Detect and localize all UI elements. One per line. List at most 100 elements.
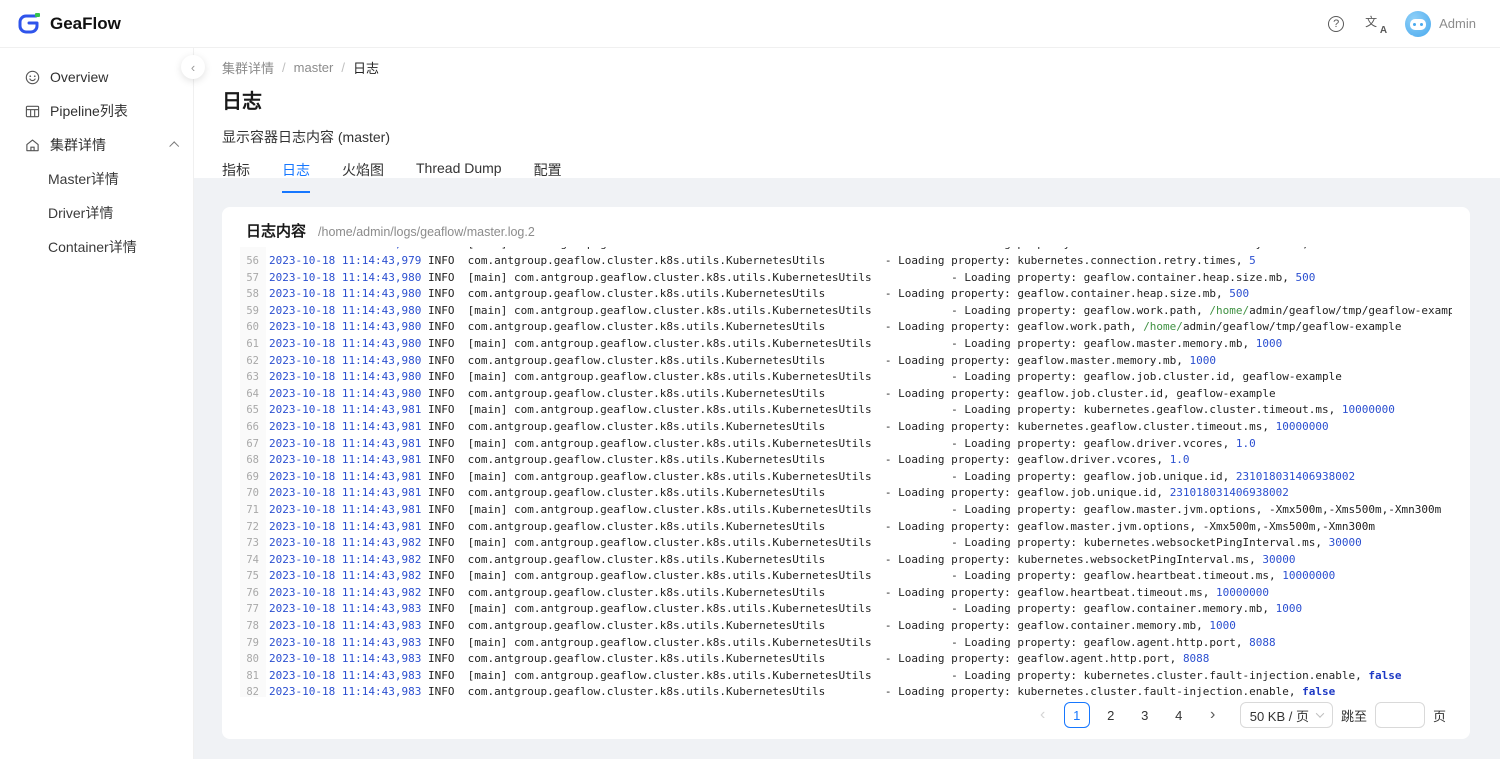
log-line: 672023-10-18 11:14:43,981 INFO [main] co… xyxy=(240,436,1452,453)
log-line-number: 67 xyxy=(240,436,266,453)
log-line-text: 2023-10-18 11:14:43,982 INFO com.antgrou… xyxy=(266,585,1269,602)
chevron-up-icon xyxy=(169,141,179,151)
breadcrumb-item[interactable]: master xyxy=(294,60,334,75)
breadcrumb-item[interactable]: 集群详情 xyxy=(222,58,274,77)
brand-name: GeaFlow xyxy=(50,14,121,34)
log-line-text: 2023-10-18 11:14:43,981 INFO [main] com.… xyxy=(266,469,1355,486)
log-line-text: 2023-10-18 11:14:43,979 INFO com.antgrou… xyxy=(266,253,1256,270)
jump-label: 跳至 xyxy=(1341,706,1367,725)
log-line-number: 56 xyxy=(240,253,266,270)
log-line: 742023-10-18 11:14:43,982 INFO com.antgr… xyxy=(240,552,1452,569)
log-card: 日志内容 /home/admin/logs/geaflow/master.log… xyxy=(222,207,1470,739)
sidebar-collapse-button[interactable]: ‹ xyxy=(181,55,205,79)
sidebar-item-label: Overview xyxy=(50,69,177,85)
log-line: 582023-10-18 11:14:43,980 INFO com.antgr… xyxy=(240,286,1452,303)
log-line-text: 2023-10-18 11:14:43,980 INFO [main] com.… xyxy=(266,303,1452,320)
log-line: 692023-10-18 11:14:43,981 INFO [main] co… xyxy=(240,469,1452,486)
log-line-number: 81 xyxy=(240,668,266,685)
log-line-number: 82 xyxy=(240,684,266,697)
log-line: 562023-10-18 11:14:43,979 INFO com.antgr… xyxy=(240,253,1452,270)
log-viewer: 552023-10-18 11:14:43,979 INFO [main] co… xyxy=(240,247,1452,697)
log-line-number: 71 xyxy=(240,502,266,519)
page-suffix-label: 页 xyxy=(1433,706,1446,725)
log-line-number: 69 xyxy=(240,469,266,486)
user-menu[interactable]: Admin xyxy=(1405,11,1476,37)
log-line-text: 2023-10-18 11:14:43,980 INFO com.antgrou… xyxy=(266,286,1249,303)
sidebar-item-container-detail[interactable]: Container详情 xyxy=(0,230,193,264)
sidebar-item-driver-detail[interactable]: Driver详情 xyxy=(0,196,193,230)
log-line-text: 2023-10-18 11:14:43,981 INFO [main] com.… xyxy=(266,502,1441,519)
log-line-text: 2023-10-18 11:14:43,981 INFO com.antgrou… xyxy=(266,419,1329,436)
sidebar-item-cluster-detail[interactable]: 集群详情 xyxy=(0,128,193,162)
pagination-next-button[interactable]: › xyxy=(1200,702,1226,728)
translate-icon[interactable]: 文A xyxy=(1365,15,1385,33)
log-line-text: 2023-10-18 11:14:43,983 INFO [main] com.… xyxy=(266,668,1401,685)
log-line: 602023-10-18 11:14:43,980 INFO com.antgr… xyxy=(240,319,1452,336)
avatar xyxy=(1405,11,1431,37)
log-line: 762023-10-18 11:14:43,982 INFO com.antgr… xyxy=(240,585,1452,602)
log-line: 752023-10-18 11:14:43,982 INFO [main] co… xyxy=(240,568,1452,585)
log-file-path: /home/admin/logs/geaflow/master.log.2 xyxy=(318,225,535,239)
content-area: 日志内容 /home/admin/logs/geaflow/master.log… xyxy=(194,178,1500,759)
sidebar-nav: Overview Pipeline列表集群详情 Master详情Driver详情Co… xyxy=(0,60,193,264)
home-icon xyxy=(24,137,40,153)
pagination-pages: 1234 xyxy=(1064,702,1192,728)
smile-icon xyxy=(24,69,40,85)
pagination-page-1[interactable]: 1 xyxy=(1064,702,1090,728)
log-line-number: 65 xyxy=(240,402,266,419)
log-line-number: 73 xyxy=(240,535,266,552)
log-line-text: 2023-10-18 11:14:43,980 INFO [main] com.… xyxy=(266,369,1342,386)
log-line-partial: 552023-10-18 11:14:43,979 INFO [main] co… xyxy=(240,247,1452,253)
sidebar-item-pipeline-list[interactable]: Pipeline列表 xyxy=(0,94,193,128)
log-line: 822023-10-18 11:14:43,983 INFO com.antgr… xyxy=(240,684,1452,697)
pagination-page-2[interactable]: 2 xyxy=(1098,702,1124,728)
log-line: 642023-10-18 11:14:43,980 INFO com.antgr… xyxy=(240,386,1452,403)
breadcrumb-separator: / xyxy=(341,60,345,75)
log-line-number: 64 xyxy=(240,386,266,403)
log-line-text: 2023-10-18 11:14:43,980 INFO [main] com.… xyxy=(266,336,1282,353)
log-line: 802023-10-18 11:14:43,983 INFO com.antgr… xyxy=(240,651,1452,668)
log-line-text: 2023-10-18 11:14:43,980 INFO com.antgrou… xyxy=(266,353,1216,370)
sidebar-item-overview[interactable]: Overview xyxy=(0,60,193,94)
log-line-number: 61 xyxy=(240,336,266,353)
log-line-number: 74 xyxy=(240,552,266,569)
log-line-text: 2023-10-18 11:14:43,983 INFO [main] com.… xyxy=(266,601,1302,618)
pagination-page-3[interactable]: 3 xyxy=(1132,702,1158,728)
help-icon[interactable]: ? xyxy=(1327,15,1345,33)
log-line-text: 2023-10-18 11:14:43,979 INFO [main] com.… xyxy=(266,247,1322,253)
log-line: 632023-10-18 11:14:43,980 INFO [main] co… xyxy=(240,369,1452,386)
log-line: 592023-10-18 11:14:43,980 INFO [main] co… xyxy=(240,303,1452,320)
page-title: 日志 xyxy=(222,85,1472,114)
pagination-page-4[interactable]: 4 xyxy=(1166,702,1192,728)
page-size-select[interactable]: 50 KB / 页 xyxy=(1240,702,1333,728)
log-line: 812023-10-18 11:14:43,983 INFO [main] co… xyxy=(240,668,1452,685)
log-line-number: 58 xyxy=(240,286,266,303)
log-line-number: 76 xyxy=(240,585,266,602)
log-line: 622023-10-18 11:14:43,980 INFO com.antgr… xyxy=(240,353,1452,370)
breadcrumb-separator: / xyxy=(282,60,286,75)
pagination-prev-button[interactable]: ‹ xyxy=(1030,702,1056,728)
log-line-number: 68 xyxy=(240,452,266,469)
log-line-text: 2023-10-18 11:14:43,983 INFO com.antgrou… xyxy=(266,684,1335,697)
jump-page-input[interactable] xyxy=(1375,702,1425,728)
top-bar: GeaFlow ? 文A Admin xyxy=(0,0,1500,48)
sidebar-item-label: Pipeline列表 xyxy=(50,101,177,121)
log-line-text: 2023-10-18 11:14:43,982 INFO [main] com.… xyxy=(266,568,1335,585)
log-line-text: 2023-10-18 11:14:43,980 INFO com.antgrou… xyxy=(266,386,1276,403)
log-line-number: 72 xyxy=(240,519,266,536)
log-line-text: 2023-10-18 11:14:43,981 INFO [main] com.… xyxy=(266,436,1256,453)
log-line-text: 2023-10-18 11:14:43,982 INFO [main] com.… xyxy=(266,535,1362,552)
page-header: 集群详情/master/日志 日志 显示容器日志内容 (master) 指标日志… xyxy=(194,48,1500,178)
username: Admin xyxy=(1439,16,1476,31)
log-line-text: 2023-10-18 11:14:43,983 INFO [main] com.… xyxy=(266,635,1276,652)
sidebar-item-label: 集群详情 xyxy=(50,135,170,155)
log-line: 732023-10-18 11:14:43,982 INFO [main] co… xyxy=(240,535,1452,552)
table-icon xyxy=(24,103,40,119)
log-line: 772023-10-18 11:14:43,983 INFO [main] co… xyxy=(240,601,1452,618)
log-line-number: 79 xyxy=(240,635,266,652)
log-line: 652023-10-18 11:14:43,981 INFO [main] co… xyxy=(240,402,1452,419)
log-line: 722023-10-18 11:14:43,981 INFO com.antgr… xyxy=(240,519,1452,536)
log-card-title: 日志内容 xyxy=(246,220,306,241)
sidebar-item-master-detail[interactable]: Master详情 xyxy=(0,162,193,196)
log-line-number: 78 xyxy=(240,618,266,635)
